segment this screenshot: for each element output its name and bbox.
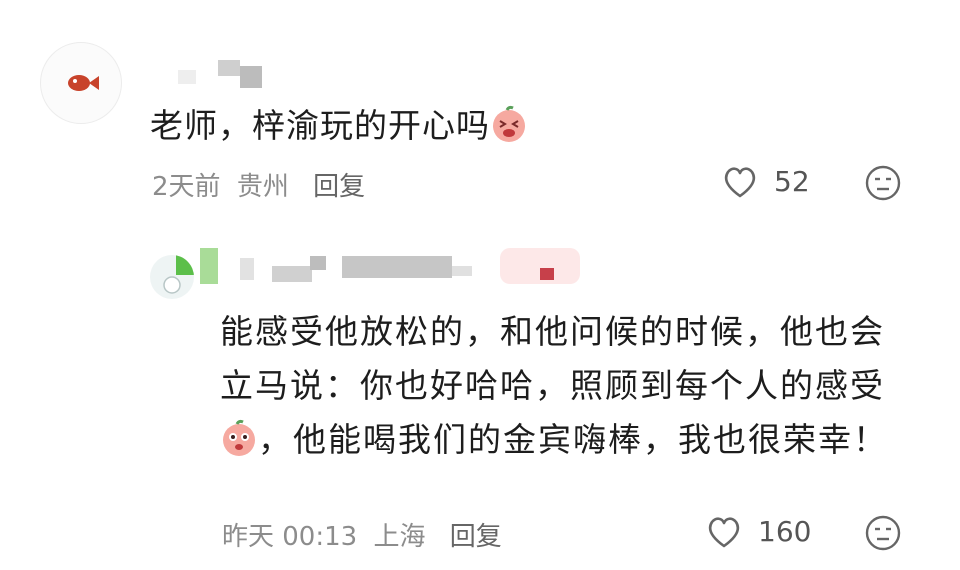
- blurred-username[interactable]: [178, 60, 268, 88]
- comment-meta: 2天前 贵州 回复: [152, 166, 373, 203]
- reply-reply-button[interactable]: 回复: [450, 522, 502, 552]
- reply-time: 昨天 00:13: [222, 522, 358, 552]
- dislike-button[interactable]: [864, 164, 902, 202]
- blurred-reply-username[interactable]: [200, 248, 600, 288]
- reply-meta: 昨天 00:13 上海 回复: [222, 516, 510, 553]
- comment-location: 贵州: [236, 172, 289, 202]
- reply-avatar[interactable]: [150, 255, 194, 299]
- pink-grin-emoji: [490, 105, 528, 143]
- reply-text: 能感受他放松的，和他问候的时候，他也会立马说：你也好哈哈，照顾到每个人的感受 ，…: [220, 305, 910, 467]
- heart-outline-icon: [708, 517, 740, 548]
- reply-button[interactable]: 回复: [313, 172, 365, 202]
- comment-text: 老师，梓渝玩的开心吗: [150, 104, 528, 148]
- comment-avatar[interactable]: [40, 42, 122, 124]
- reply-body-part1: 能感受他放松的，和他问候的时候，他也会立马说：你也好哈哈，照顾到每个人的感受: [220, 312, 885, 405]
- reply-dislike-button[interactable]: [864, 514, 902, 552]
- reply-like-button[interactable]: [704, 512, 744, 552]
- like-button[interactable]: [720, 162, 760, 202]
- reply-body-part2: ，他能喝我们的金宾嗨棒，我也很荣幸！: [258, 420, 888, 459]
- fish-logo-icon: [68, 75, 99, 91]
- reply-like-count: 160: [758, 515, 812, 548]
- sad-face-icon: [865, 165, 901, 201]
- sad-face-icon: [865, 515, 901, 551]
- avatar-image: [163, 255, 194, 294]
- like-count: 52: [774, 165, 810, 198]
- comment-body: 老师，梓渝玩的开心吗: [150, 106, 490, 145]
- heart-outline-icon: [724, 167, 756, 198]
- comment-time: 2天前: [152, 172, 221, 202]
- pink-surprise-emoji: [220, 419, 258, 457]
- reply-location: 上海: [373, 522, 426, 552]
